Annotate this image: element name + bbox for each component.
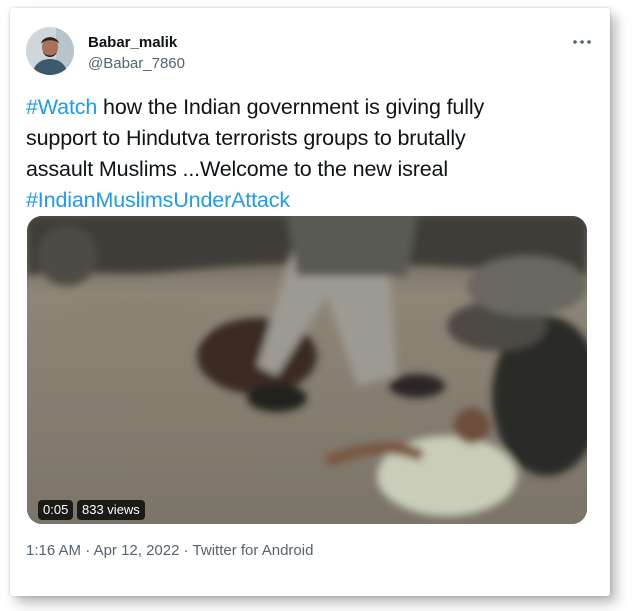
tweet-source: Twitter for Android (192, 542, 314, 559)
meta-separator: · (179, 542, 193, 559)
video-player[interactable]: 0:05 833 views (27, 216, 587, 524)
avatar-image (26, 27, 74, 75)
author-name[interactable]: Babar_malik (88, 34, 177, 51)
hashtag-link[interactable]: #IndianMuslimsUnderAttack (26, 188, 290, 212)
tweet-line-text: how the Indian government is giving full… (97, 95, 485, 119)
tweet-line: #IndianMuslimsUnderAttack (26, 185, 586, 216)
video-thumbnail (27, 216, 587, 524)
tweet-line: support to Hindutva terrorists groups to… (26, 126, 466, 150)
video-duration: 0:05 (38, 500, 74, 520)
avatar[interactable] (26, 27, 74, 75)
tweet-line: #Watch how the Indian government is givi… (26, 92, 586, 123)
video-views: 833 views (77, 500, 145, 520)
ellipsis-icon (573, 40, 591, 44)
tweet-metadata: 1:16 AM · Apr 12, 2022 · Twitter for And… (26, 542, 313, 559)
hashtag-link[interactable]: #Watch (26, 95, 97, 119)
tweet-text: #Watch how the Indian government is givi… (26, 92, 586, 216)
tweet-line: assault Muslims ...Welcome to the new is… (26, 157, 448, 181)
more-options-button[interactable] (568, 32, 596, 52)
meta-separator: · (81, 542, 94, 559)
tweet-card: Babar_malik @Babar_7860 #Watch how the I… (10, 8, 610, 596)
author-handle[interactable]: @Babar_7860 (88, 55, 185, 72)
tweet-time[interactable]: 1:16 AM (26, 542, 81, 559)
tweet-date[interactable]: Apr 12, 2022 (94, 542, 180, 559)
